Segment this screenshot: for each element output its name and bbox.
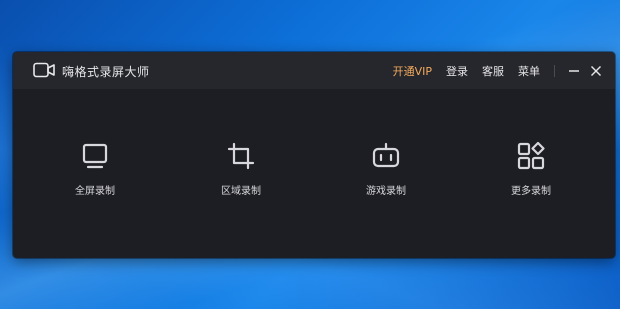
feature-label: 游戏录制	[366, 186, 406, 197]
region-record-button[interactable]: 区域录制	[191, 141, 291, 211]
title-bar: 嗨格式录屏大师 开通VIP 登录 客服 菜单	[13, 52, 615, 89]
app-title: 嗨格式录屏大师	[62, 65, 150, 79]
feature-label: 全屏录制	[75, 186, 115, 197]
menu-button[interactable]: 菜单	[518, 63, 540, 79]
crop-icon	[227, 142, 255, 170]
minimize-icon	[569, 69, 579, 72]
camera-logo-icon	[33, 62, 55, 78]
menu-divider	[554, 64, 555, 77]
fullscreen-record-button[interactable]: 全屏录制	[45, 141, 145, 211]
feature-label: 区域录制	[221, 186, 261, 197]
game-record-button[interactable]: 游戏录制	[336, 141, 436, 211]
gamepad-icon	[372, 142, 400, 168]
feature-grid: 全屏录制 区域录制 游戏录制 更多录制	[13, 89, 615, 258]
vip-button[interactable]: 开通VIP	[393, 63, 432, 79]
minimize-button[interactable]	[563, 60, 585, 82]
more-record-button[interactable]: 更多录制	[481, 141, 581, 211]
apps-icon	[517, 141, 545, 170]
feature-label: 更多录制	[511, 186, 551, 197]
close-icon	[591, 65, 601, 76]
customer-service-button[interactable]: 客服	[482, 63, 504, 79]
monitor-icon	[82, 143, 108, 169]
app-window: 嗨格式录屏大师 开通VIP 登录 客服 菜单 全屏录制 区域录制 游戏录制 更多…	[13, 52, 615, 258]
title-menu: 开通VIP 登录 客服 菜单	[393, 52, 615, 89]
close-button[interactable]	[585, 60, 607, 82]
login-button[interactable]: 登录	[446, 63, 468, 79]
